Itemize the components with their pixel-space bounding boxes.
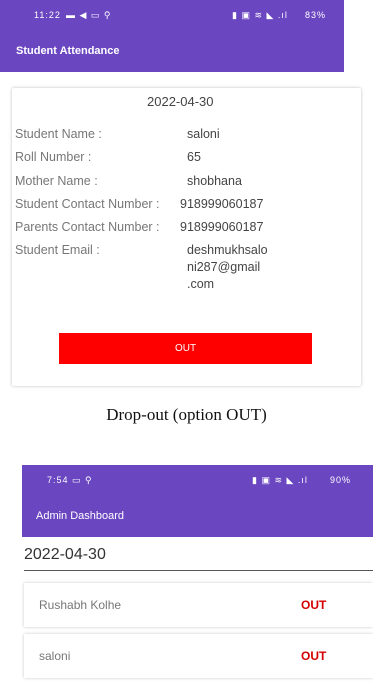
email-value-line: ni287@gmail <box>187 260 261 274</box>
field-value: 918999060187 <box>180 197 264 211</box>
field-value: 918999060187 <box>180 220 264 234</box>
date-underline <box>24 570 373 571</box>
field-label: Mother Name : <box>15 174 98 188</box>
field-value: shobhana <box>187 174 242 188</box>
app-title: Admin Dashboard <box>36 510 125 522</box>
student-name: saloni <box>39 649 71 663</box>
email-value-line: .com <box>187 277 215 291</box>
app-bar: Student Attendance <box>0 30 344 72</box>
app-bar: Admin Dashboard <box>22 495 373 537</box>
status-bar: 7:54 ▭ ⚲ ▮ ▣ ≋ ◣ .ıl 90% <box>22 465 373 495</box>
out-button-label: OUT <box>174 343 197 354</box>
list-item[interactable]: saloni OUT <box>24 634 373 678</box>
signal-icons: ▮ ▣ ≋ ◣ .ıl <box>232 9 288 20</box>
field-label: Student Name : <box>15 127 102 141</box>
notification-icons: ▬ ◀ ▭ ⚲ <box>66 9 112 20</box>
field-label: Student Email : <box>15 243 100 257</box>
list-item[interactable]: Rushabh Kolhe OUT <box>24 583 373 627</box>
email-value-line: deshmukhsalo <box>187 243 268 257</box>
field-value: 65 <box>187 150 201 164</box>
student-name: Rushabh Kolhe <box>39 598 122 612</box>
notification-icons: ▭ ⚲ <box>72 474 93 485</box>
out-button[interactable]: OUT <box>59 333 312 364</box>
battery-level: 83% <box>305 10 327 20</box>
figure-caption: Drop-out (option OUT) <box>106 405 267 424</box>
field-label: Roll Number : <box>15 150 92 164</box>
status-label: OUT <box>301 649 327 663</box>
status-time: 7:54 <box>47 475 69 485</box>
battery-level: 90% <box>330 475 352 485</box>
signal-icons: ▮ ▣ ≋ ◣ .ıl <box>252 474 308 485</box>
status-bar: 11:22 ▬ ◀ ▭ ⚲ ▮ ▣ ≋ ◣ .ıl 83% <box>0 0 344 30</box>
field-label: Parents Contact Number : <box>15 220 160 234</box>
field-label: Student Contact Number : <box>15 197 160 211</box>
status-label: OUT <box>301 598 327 612</box>
status-time: 11:22 <box>34 10 61 20</box>
card-date: 2022-04-30 <box>147 94 214 109</box>
dashboard-date: 2022-04-30 <box>24 546 106 563</box>
app-title: Student Attendance <box>16 45 120 57</box>
field-value: saloni <box>187 127 220 141</box>
